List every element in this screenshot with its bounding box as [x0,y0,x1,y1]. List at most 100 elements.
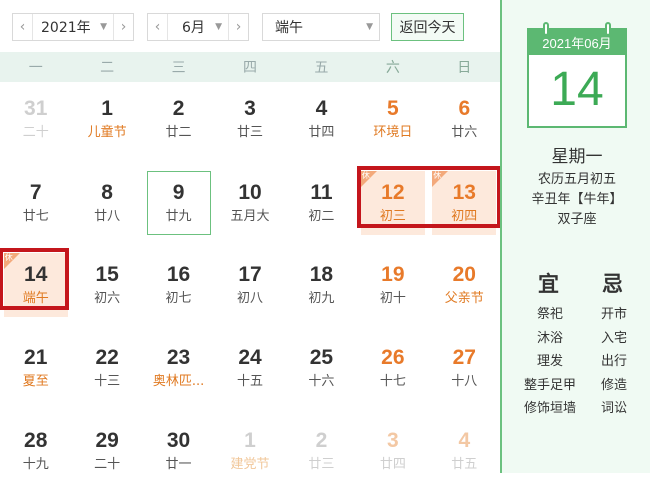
calendar-day[interactable]: 23 奥林匹... [147,336,211,400]
lunar-label: 二十 [94,457,121,472]
yi-item: 沐浴 [536,330,563,346]
ring-icon [543,22,549,36]
calendar-day[interactable]: 25 十六 [289,336,353,400]
zodiac: 双子座 [557,212,597,227]
calendar-day[interactable]: 27 十八 [432,336,496,400]
calendar-day[interactable]: 22 十三 [75,336,139,400]
lunar-label: 夏至 [22,374,49,389]
day-number: 24 [238,346,262,369]
holiday-selector[interactable]: 端午 ▼ [262,13,380,41]
lunar-label: 初六 [94,291,121,306]
lunar-label: 建党节 [230,457,270,472]
lunar-label: 初二 [308,209,335,224]
day-number: 6 [458,97,471,120]
chevron-down-icon[interactable]: ▼ [94,22,113,32]
lunar-label: 十九 [22,457,49,472]
lunar-label: 初八 [236,291,263,306]
weekday-label: 一 [28,60,43,76]
calendar-day[interactable]: 28 十九 [4,419,68,483]
day-number: 3 [387,429,399,452]
lunar-label: 廿一 [165,457,192,472]
day-number: 16 [166,263,191,286]
calendar-day[interactable]: 1 建党节 [218,419,282,483]
calendar-day[interactable]: 6 廿六 [432,87,496,151]
calendar-day[interactable]: 15 初六 [75,253,139,317]
calendar-day[interactable]: 8 廿八 [75,171,139,235]
calendar-day[interactable]: 17 初八 [218,253,282,317]
lunar-label: 廿七 [22,209,49,224]
ji-list: 开市 入宅 出行 修造 词讼 [592,303,636,421]
day-number: 28 [24,429,48,452]
prev-year-icon[interactable]: ‹ [13,14,33,40]
lunar-label: 廿三 [308,457,335,472]
day-number: 1 [101,97,113,120]
day-number: 2 [172,97,185,120]
calendar-day[interactable]: 7 廿七 [4,171,68,235]
day-number: 1 [244,429,256,452]
calendar-day[interactable]: 18 初九 [289,253,353,317]
month-selector[interactable]: ‹ 6月 ▼ › [147,13,249,41]
calendar-day[interactable]: 16 初七 [147,253,211,317]
back-to-today-button[interactable]: 返回今天 [391,13,464,41]
ring-icon [605,22,611,36]
weekday-label: 三 [171,60,186,76]
lunar-label: 廿三 [236,125,263,140]
calendar-day[interactable]: 4 廿五 [432,419,496,483]
lunar-label: 十八 [451,374,478,389]
day-number: 29 [95,429,119,452]
day-number: 10 [238,181,262,204]
calendar-day[interactable]: 9 廿九 [146,171,211,235]
weekday-label: 二 [100,60,115,76]
calendar-day[interactable]: 30 廿一 [147,419,211,483]
lunar-label: 十三 [94,374,121,389]
year-selector[interactable]: ‹ 2021年 ▼ › [12,13,134,41]
calendar-day[interactable]: 26 十七 [361,336,425,400]
yi-title: 宜 [538,272,559,296]
yi-item: 理发 [536,354,563,369]
next-month-icon[interactable]: › [228,14,248,40]
lunar-label: 二十 [22,125,49,140]
lunar-label: 廿六 [451,125,478,140]
highlight-box-today [0,248,69,310]
day-number: 21 [24,346,48,369]
day-number: 27 [452,346,476,369]
day-number: 30 [166,429,191,452]
toolbar: ‹ 2021年 ▼ › ‹ 6月 ▼ › 端午 ▼ 返回今天 [0,0,500,52]
calendar-day[interactable]: 2 廿三 [289,419,353,483]
calendar-day[interactable]: 20 父亲节 [432,253,496,317]
holiday-value: 端午 [275,20,303,36]
ji-item: 开市 [600,307,627,322]
yi-item: 修饰垣墙 [523,401,576,416]
day-number: 23 [166,346,191,369]
ganzhi-year: 辛丑年【牛年】 [531,192,623,207]
calendar-day[interactable]: 31 二十 [4,87,68,151]
calendar-day[interactable]: 2 廿二 [147,87,211,151]
day-number: 3 [244,97,256,120]
lunar-label: 儿童节 [87,125,127,140]
next-year-icon[interactable]: › [113,14,133,40]
calendar-day[interactable]: 11 初二 [289,171,353,235]
calendar-day[interactable]: 29 二十 [75,419,139,483]
day-number: 17 [238,263,262,286]
lunar-label: 十五 [236,374,263,389]
lunar-label: 廿四 [379,457,406,472]
calendar-day[interactable]: 10 五月大 [218,171,282,235]
day-number: 18 [309,263,334,286]
calendar-day[interactable]: 19 初十 [361,253,425,317]
calendar-day[interactable]: 1 儿童节 [75,87,139,151]
prev-month-icon[interactable]: ‹ [148,14,168,40]
calendar-day[interactable]: 3 廿三 [218,87,282,151]
lunar-label: 廿八 [94,209,121,224]
calendar-day[interactable]: 21 夏至 [4,336,68,400]
chevron-down-icon[interactable]: ▼ [366,22,373,32]
chevron-down-icon[interactable]: ▼ [209,22,228,32]
calendar-day[interactable]: 3 廿四 [361,419,425,483]
lunar-label: 初七 [165,291,192,306]
calendar-day[interactable]: 4 廿四 [289,87,353,151]
calendar-day[interactable]: 5 环境日 [361,87,425,151]
calendar-day[interactable]: 24 十五 [218,336,282,400]
weekday-label: 日 [457,60,472,76]
day-number: 5 [387,97,399,120]
ji-item: 出行 [600,354,627,369]
day-number: 9 [172,181,185,204]
